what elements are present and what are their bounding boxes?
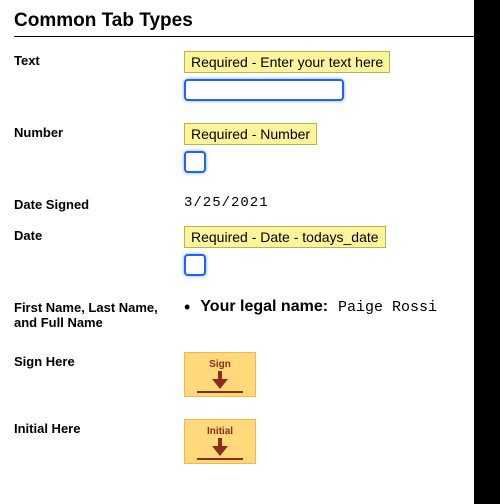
sign-underline (197, 391, 243, 393)
sign-tab-caption: Sign (209, 359, 231, 370)
row-controls: • Your legal name: Paige Rossi (184, 298, 486, 316)
bullet-icon: • (184, 298, 190, 316)
name-legend-label: Your legal name: (200, 298, 328, 316)
row-label: Number (14, 123, 184, 140)
row-label: Date Signed (14, 195, 184, 212)
arrow-down-icon (210, 438, 230, 456)
required-tag: Required - Date - todays_date (184, 226, 386, 248)
row-label: First Name, Last Name, and Full Name (14, 298, 184, 330)
row-date-signed: Date Signed 3/25/2021 (14, 195, 486, 212)
text-input[interactable] (184, 79, 344, 101)
initial-underline (197, 458, 243, 460)
row-label: Date (14, 226, 184, 243)
row-controls: Sign (184, 352, 486, 397)
section-title: Common Tab Types (14, 10, 486, 32)
row-name: First Name, Last Name, and Full Name • Y… (14, 298, 486, 330)
image-crop-edge (474, 0, 500, 504)
row-controls: Required - Enter your text here (184, 51, 486, 101)
required-tag: Required - Number (184, 123, 317, 145)
row-date: Date Required - Date - todays_date (14, 226, 486, 276)
row-controls: Required - Number (184, 123, 486, 173)
row-sign-here: Sign Here Sign (14, 352, 486, 397)
row-initial-here: Initial Here Initial (14, 419, 486, 464)
date-signed-value: 3/25/2021 (184, 195, 486, 211)
name-line: • Your legal name: Paige Rossi (184, 298, 486, 316)
required-tag: Required - Enter your text here (184, 51, 390, 73)
row-controls: Initial (184, 419, 486, 464)
row-number: Number Required - Number (14, 123, 486, 173)
arrow-down-icon (210, 371, 230, 389)
number-input[interactable] (184, 151, 206, 173)
form-section: Common Tab Types Text Required - Enter y… (0, 0, 500, 464)
row-label: Initial Here (14, 419, 184, 436)
section-rule (14, 36, 486, 37)
row-controls: 3/25/2021 (184, 195, 486, 211)
sign-here-tab[interactable]: Sign (184, 352, 256, 397)
initial-here-tab[interactable]: Initial (184, 419, 256, 464)
date-input[interactable] (184, 254, 206, 276)
row-controls: Required - Date - todays_date (184, 226, 486, 276)
row-text: Text Required - Enter your text here (14, 51, 486, 101)
name-value: Paige Rossi (338, 299, 437, 316)
row-label: Text (14, 51, 184, 68)
initial-tab-caption: Initial (207, 426, 233, 437)
row-label: Sign Here (14, 352, 184, 369)
